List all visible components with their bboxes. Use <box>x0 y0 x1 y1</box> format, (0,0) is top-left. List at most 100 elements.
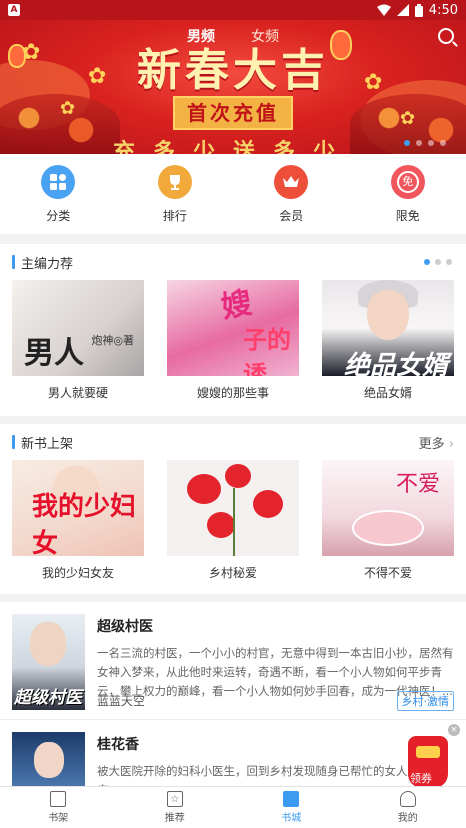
cover-illustration <box>187 474 221 504</box>
editor-picks-section: 主编力荐 炮神◎著 男人 男人就要硬 嫂 子的诱 嫂嫂的那些事 绝品女婿 绝品女… <box>0 244 466 416</box>
book-card[interactable]: 我的少妇女 我的少妇女友 <box>12 460 144 581</box>
section-title: 主编力荐 <box>21 256 74 272</box>
cover-illustration <box>34 742 64 778</box>
pager-dot <box>416 140 422 146</box>
tab-bookshelf[interactable]: 书架 <box>18 787 98 828</box>
book-row: 炮神◎著 男人 男人就要硬 嫂 子的诱 嫂嫂的那些事 绝品女婿 绝品女婿 <box>0 280 466 401</box>
quick-nav-category[interactable]: 分类 <box>18 164 98 224</box>
book-list-section: 超级村医 超级村医 一名三流的村医，一个小小的村官，无意中得到一本古旧小抄，居然… <box>0 602 466 828</box>
cover-illustration <box>367 290 409 340</box>
book-title: 绝品女婿 <box>363 386 412 400</box>
cover-illustration <box>30 622 66 666</box>
book-title: 嫂嫂的那些事 <box>196 386 269 400</box>
genre-tag[interactable]: 乡村·激情 <box>396 691 454 711</box>
bookshelf-icon <box>50 791 67 807</box>
list-item[interactable]: 超级村医 超级村医 一名三流的村医，一个小小的村官，无意中得到一本古旧小抄，居然… <box>0 602 466 720</box>
quick-nav-free[interactable]: 免 限免 <box>368 164 448 224</box>
book-card[interactable]: 乡村秘爱 <box>167 460 299 581</box>
cover-title: 绝品女婿 <box>344 351 449 376</box>
person-icon <box>399 791 416 807</box>
carousel-dots <box>424 259 452 265</box>
cover-illustration <box>352 510 424 546</box>
category-icon <box>41 164 76 199</box>
tab-label: 书城 <box>281 813 302 824</box>
book-cover: 嫂 子的诱 <box>167 280 299 376</box>
bottom-tab-bar: 书架 ☆ 推荐 书城 我的 <box>0 786 466 828</box>
book-card[interactable]: 炮神◎著 男人 男人就要硬 <box>12 280 144 401</box>
pager-dot <box>446 259 452 265</box>
signal-icon <box>396 4 409 16</box>
quick-nav: 分类 排行 会员 免 限免 <box>0 154 466 234</box>
book-title: 我的少妇女友 <box>41 566 114 580</box>
book-title: 不得不爱 <box>363 566 412 580</box>
banner-title: 新春大吉 <box>137 45 329 96</box>
close-icon[interactable]: × <box>448 724 460 736</box>
section-accent-bar <box>12 255 15 269</box>
cover-title: 超级村医 <box>14 688 82 708</box>
first-recharge-button[interactable]: 首次充值 <box>173 96 293 130</box>
cover-title: 子的诱 <box>243 326 291 376</box>
book-cover: 绝品女婿 <box>322 280 454 376</box>
book-card[interactable]: 嫂 子的诱 嫂嫂的那些事 <box>167 280 299 401</box>
promo-banner[interactable]: ✿ ✿ ✿ ✿ ✿ 男频 女频 新春大吉 首次充值 充多少送多少 <box>0 20 466 154</box>
quick-nav-label: 限免 <box>395 208 420 223</box>
status-time: 4:50 <box>428 2 458 18</box>
bookstore-icon <box>283 791 300 807</box>
chevron-right-icon: › <box>448 436 454 452</box>
quick-nav-label: 分类 <box>46 208 71 223</box>
pager-dot <box>435 259 441 265</box>
cover-illustration <box>233 488 235 556</box>
tab-label: 推荐 <box>164 813 185 824</box>
quick-nav-label: 排行 <box>162 208 187 223</box>
banner-pager-dots <box>404 140 446 146</box>
cover-title: 我的少妇女 <box>32 492 137 556</box>
quick-nav-label: 会员 <box>279 208 304 223</box>
book-card[interactable]: 不爱 不得不爱 <box>322 460 454 581</box>
book-cover: 超级村医 <box>12 614 85 710</box>
star-icon: ☆ <box>166 791 183 807</box>
tab-label: 书架 <box>48 813 69 824</box>
tab-recommend[interactable]: ☆ 推荐 <box>135 787 215 828</box>
book-row: 我的少妇女 我的少妇女友 乡村秘爱 不爱 不得不爱 <box>0 460 466 581</box>
status-bar-right: 4:50 <box>376 2 458 18</box>
book-author: 蓝蓝天空 <box>97 694 146 708</box>
app-notification-icon: A <box>8 4 20 16</box>
new-books-section: 新书上架 更多 › 我的少妇女 我的少妇女友 乡村秘爱 不爱 不得不爱 <box>0 424 466 594</box>
cover-illustration <box>225 464 251 488</box>
book-cover: 炮神◎著 男人 <box>12 280 144 376</box>
tab-bookstore[interactable]: 书城 <box>251 787 331 828</box>
section-header: 新书上架 更多 › <box>0 424 466 460</box>
quick-nav-vip[interactable]: 会员 <box>251 164 331 224</box>
trophy-icon <box>157 164 192 199</box>
more-link[interactable]: 更多 › <box>419 433 454 452</box>
cover-author: 炮神◎著 <box>91 334 134 347</box>
cover-illustration <box>253 490 283 518</box>
cover-title: 不爱 <box>395 472 440 497</box>
status-bar: A 4:50 <box>0 0 466 20</box>
book-cover: 不爱 <box>322 460 454 556</box>
pager-dot <box>404 140 410 146</box>
pager-dot <box>424 259 430 265</box>
section-header: 主编力荐 <box>0 244 466 280</box>
book-title: 男人就要硬 <box>47 386 108 400</box>
wifi-icon <box>376 4 391 16</box>
app: A 4:50 ✿ ✿ ✿ ✿ ✿ 男频 女频 新春大吉 首次充值 充多少送多少 … <box>0 0 466 828</box>
free-icon: 免 <box>390 164 425 199</box>
crown-icon <box>274 164 309 199</box>
more-label: 更多 <box>418 436 445 452</box>
pager-dot <box>440 140 446 146</box>
book-card[interactable]: 绝品女婿 绝品女婿 <box>322 280 454 401</box>
quick-nav-ranking[interactable]: 排行 <box>135 164 215 224</box>
cover-title: 男人 <box>24 336 84 371</box>
book-title: 超级村医 <box>97 619 153 635</box>
book-cover <box>167 460 299 556</box>
book-title: 乡村秘爱 <box>208 566 257 580</box>
coupon-label: 领券 <box>410 772 432 785</box>
banner-bottom-text: 充多少送多少 <box>112 140 353 154</box>
plum-flower-icon: ✿ <box>400 108 416 129</box>
tab-profile[interactable]: 我的 <box>368 787 448 828</box>
book-cover: 我的少妇女 <box>12 460 144 556</box>
cover-illustration <box>207 512 235 538</box>
section-accent-bar <box>12 435 15 449</box>
tab-label: 我的 <box>397 813 418 824</box>
